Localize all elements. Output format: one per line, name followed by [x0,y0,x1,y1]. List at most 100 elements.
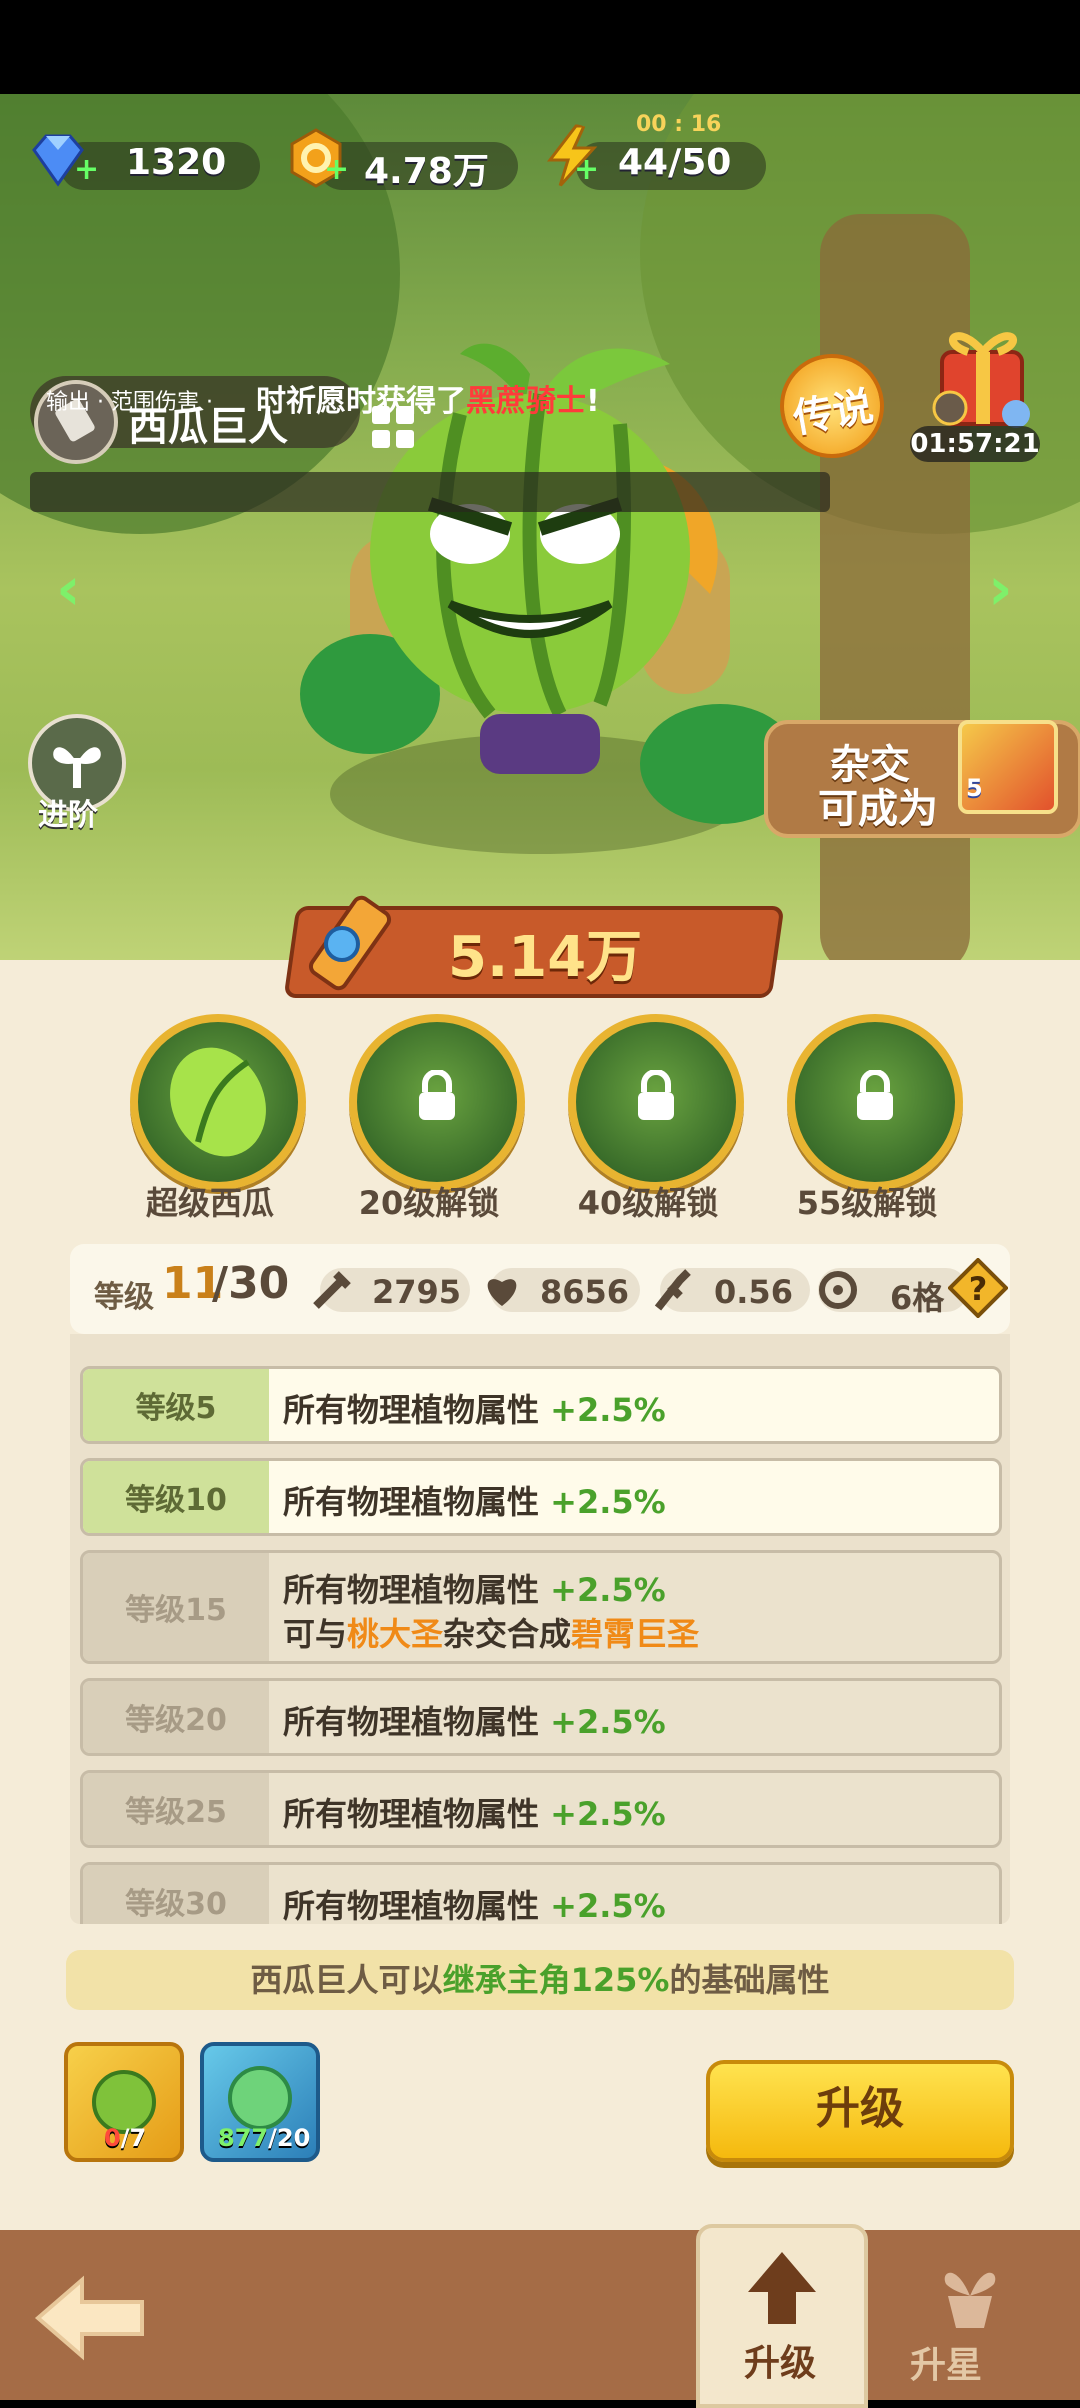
rarity-label: 传说 [789,383,877,443]
skill-label: 超级西瓜 [145,1184,274,1222]
skill-slot-55[interactable] [787,1014,963,1190]
skill-super-watermelon[interactable] [130,1014,306,1190]
level-description: 所有物理植物属性 +2.5% [283,1565,666,1611]
speed-value: 0.56 [714,1273,793,1311]
back-arrow-icon[interactable] [30,2268,150,2368]
energy-value: 44/50 [618,142,732,183]
skill-label: 55级解锁 [796,1184,938,1222]
tab-upgrade[interactable]: 升级 [696,2224,868,2408]
tab-star-label: 升星 [910,2345,983,2386]
inherit-highlight: 继承主角125% [442,1961,670,1999]
plus-icon[interactable]: + [74,152,99,187]
item-have: 0 [104,2124,121,2152]
next-plant-arrow-icon[interactable]: › [988,554,1013,624]
level-row: 等级30 所有物理植物属性 +2.5% [80,1862,1002,1924]
hint-mid: 杂交合成 [443,1615,572,1653]
help-icon[interactable]: ? [948,1258,1008,1318]
bonus-value: +2.5% [550,1571,666,1609]
level-max: /30 [212,1258,290,1309]
lock-icon [857,1070,893,1120]
inherit-prefix: 西瓜巨人可以 [250,1961,443,1999]
item-have: 877 [218,2124,269,2152]
power-value: 5.14万 [448,925,643,990]
upgrade-arrow-icon [748,2252,816,2324]
level-row: 等级5 所有物理植物属性 +2.5% [80,1366,1002,1444]
level-tag: 等级15 [83,1553,269,1661]
bonus-text: 所有物理植物属性 [283,1795,540,1833]
bonus-text: 所有物理植物属性 [283,1483,540,1521]
gift-box-icon[interactable] [928,322,1036,432]
inherit-suffix: 的基础属性 [669,1961,830,1999]
coin-value: 4.78万 [364,151,489,192]
hint-prefix: 可与 [283,1615,348,1653]
item-need: /7 [120,2124,147,2152]
level-description: 所有物理植物属性 +2.5% [283,1697,666,1743]
upgrade-button[interactable]: 升级 [706,2060,1014,2162]
plus-icon[interactable]: + [324,152,349,187]
sword-speed-icon [654,1269,691,1311]
announcement-prefix: 时祈愿时获得了 [256,384,466,419]
hint-plant: 桃大圣 [347,1615,444,1653]
range-value: 6格 [890,1279,945,1317]
level-row: 等级25 所有物理植物属性 +2.5% [80,1770,1002,1848]
upgrade-material-item[interactable]: 877/20 [200,2042,320,2162]
bonus-text: 所有物理植物属性 [283,1571,540,1609]
level-tag: 等级25 [83,1773,269,1845]
advance-label: 进阶 [38,798,98,833]
bonus-text: 所有物理植物属性 [283,1391,540,1429]
bonus-value: +2.5% [550,1703,666,1741]
hybrid-hint: 可与桃大圣杂交合成碧霄巨圣 [283,1609,699,1655]
bonus-value: +2.5% [550,1483,666,1521]
bonus-text: 所有物理植物属性 [283,1703,540,1741]
level-label: 等级 [94,1280,154,1315]
level-description: 所有物理植物属性 +2.5% [283,1385,666,1431]
hybrid-star-badge: 5 [966,774,983,802]
hint-result: 碧霄巨圣 [571,1615,700,1653]
level-tag: 等级10 [83,1461,269,1533]
status-bar [0,0,1080,94]
level-tag: 等级30 [83,1865,269,1924]
inherit-info: 西瓜巨人可以继承主角125%的基础属性 [66,1950,1014,2010]
hp-value: 8656 [540,1273,630,1311]
skill-label: 20级解锁 [358,1184,500,1222]
plus-icon[interactable]: + [574,152,599,187]
skill-slot-40[interactable] [568,1014,744,1190]
skill-slot-20[interactable] [349,1014,525,1190]
hammer-icon [308,895,392,991]
gem-value: 1320 [126,142,227,183]
tab-upgrade-label: 升级 [744,2343,817,2384]
attack-icon [313,1271,351,1309]
level-row: 等级20 所有物理植物属性 +2.5% [80,1678,1002,1756]
announcement-text: 时祈愿时获得了黑蔗骑士! [256,376,600,420]
announcement-suffix: ! [586,384,600,419]
lock-icon [638,1070,674,1120]
level-tag: 等级20 [83,1681,269,1753]
skill-label: 40级解锁 [577,1184,719,1222]
hybrid-line2: 可成为 [818,786,938,832]
level-row: 等级15 所有物理植物属性 +2.5% 可与桃大圣杂交合成碧霄巨圣 [80,1550,1002,1664]
tab-star[interactable]: 升星 [886,2230,1050,2400]
potted-plant-icon [944,2272,996,2328]
target-icon [819,1271,857,1309]
plant-scene: + 1320 + 4.78万 + 00 : 16 44/50 西瓜巨人 输出 ·… [0,94,1080,994]
bonus-value: +2.5% [550,1391,666,1429]
bonus-value: +2.5% [550,1887,666,1924]
plant-fragment-item[interactable]: 0/7 [64,2042,184,2162]
level-row: 等级10 所有物理植物属性 +2.5% [80,1458,1002,1536]
hybrid-result-icon[interactable]: 5 [958,720,1058,814]
gift-timer: 01:57:21 [910,426,1040,462]
announcement-highlight: 黑蔗骑士 [466,384,586,419]
attack-value: 2795 [372,1273,462,1311]
level-description: 所有物理植物属性 +2.5% [283,1789,666,1835]
heart-icon [487,1279,517,1306]
previous-plant-arrow-icon[interactable]: ‹ [56,554,81,624]
level-bonus-list: 等级5 所有物理植物属性 +2.5% 等级10 所有物理植物属性 +2.5% 等… [70,1334,1010,1924]
bonus-text: 所有物理植物属性 [283,1887,540,1924]
level-description: 所有物理植物属性 +2.5% [283,1881,666,1924]
announcement-bar [30,472,830,512]
svg-text:?: ? [969,1270,988,1308]
watermelon-leaf-icon [170,1047,266,1157]
level-description: 所有物理植物属性 +2.5% [283,1477,666,1523]
item-need: /20 [268,2124,311,2152]
energy-timer: 00 : 16 [636,112,722,137]
